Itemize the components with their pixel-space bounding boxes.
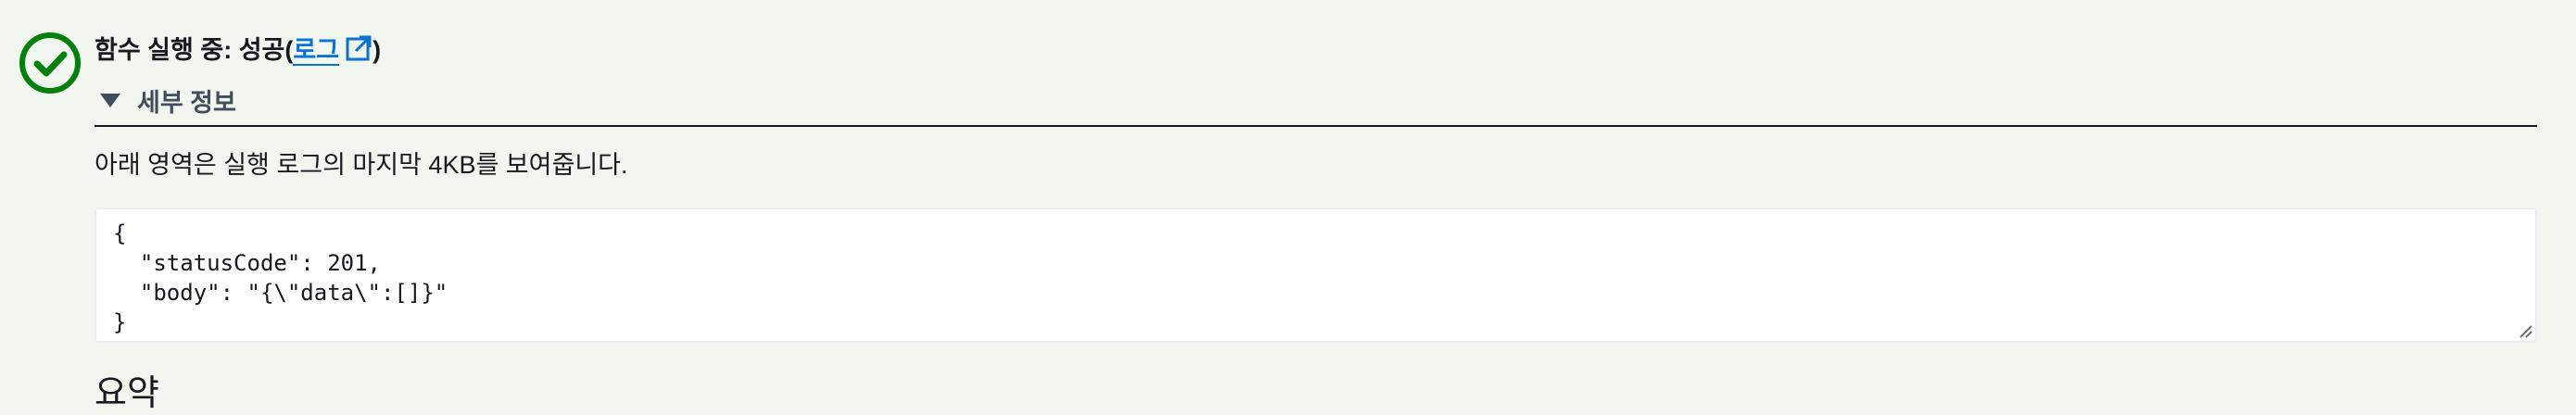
- status-title: 함수 실행 중: 성공(로그): [95, 31, 381, 72]
- check-circle-icon: [19, 31, 82, 94]
- external-link-icon[interactable]: [345, 34, 373, 72]
- status-title-prefix: 함수 실행 중: 성공(: [95, 36, 294, 64]
- log-output-box[interactable]: { "statusCode": 201, "body": "{\"data\":…: [95, 208, 2537, 343]
- log-output[interactable]: { "statusCode": 201, "body": "{\"data\":…: [96, 209, 2535, 346]
- log-description: 아래 영역은 실행 로그의 마지막 4KB를 보여줍니다.: [95, 151, 628, 179]
- caret-down-icon: [100, 93, 120, 107]
- status-title-suffix: ): [373, 36, 382, 64]
- summary-heading: 요약: [95, 374, 159, 413]
- log-link[interactable]: 로그: [293, 36, 340, 66]
- divider: [95, 125, 2537, 127]
- details-toggle-label: 세부 정보: [137, 88, 236, 117]
- details-toggle[interactable]: 세부 정보: [100, 82, 236, 119]
- resize-handle-icon[interactable]: [2517, 322, 2533, 339]
